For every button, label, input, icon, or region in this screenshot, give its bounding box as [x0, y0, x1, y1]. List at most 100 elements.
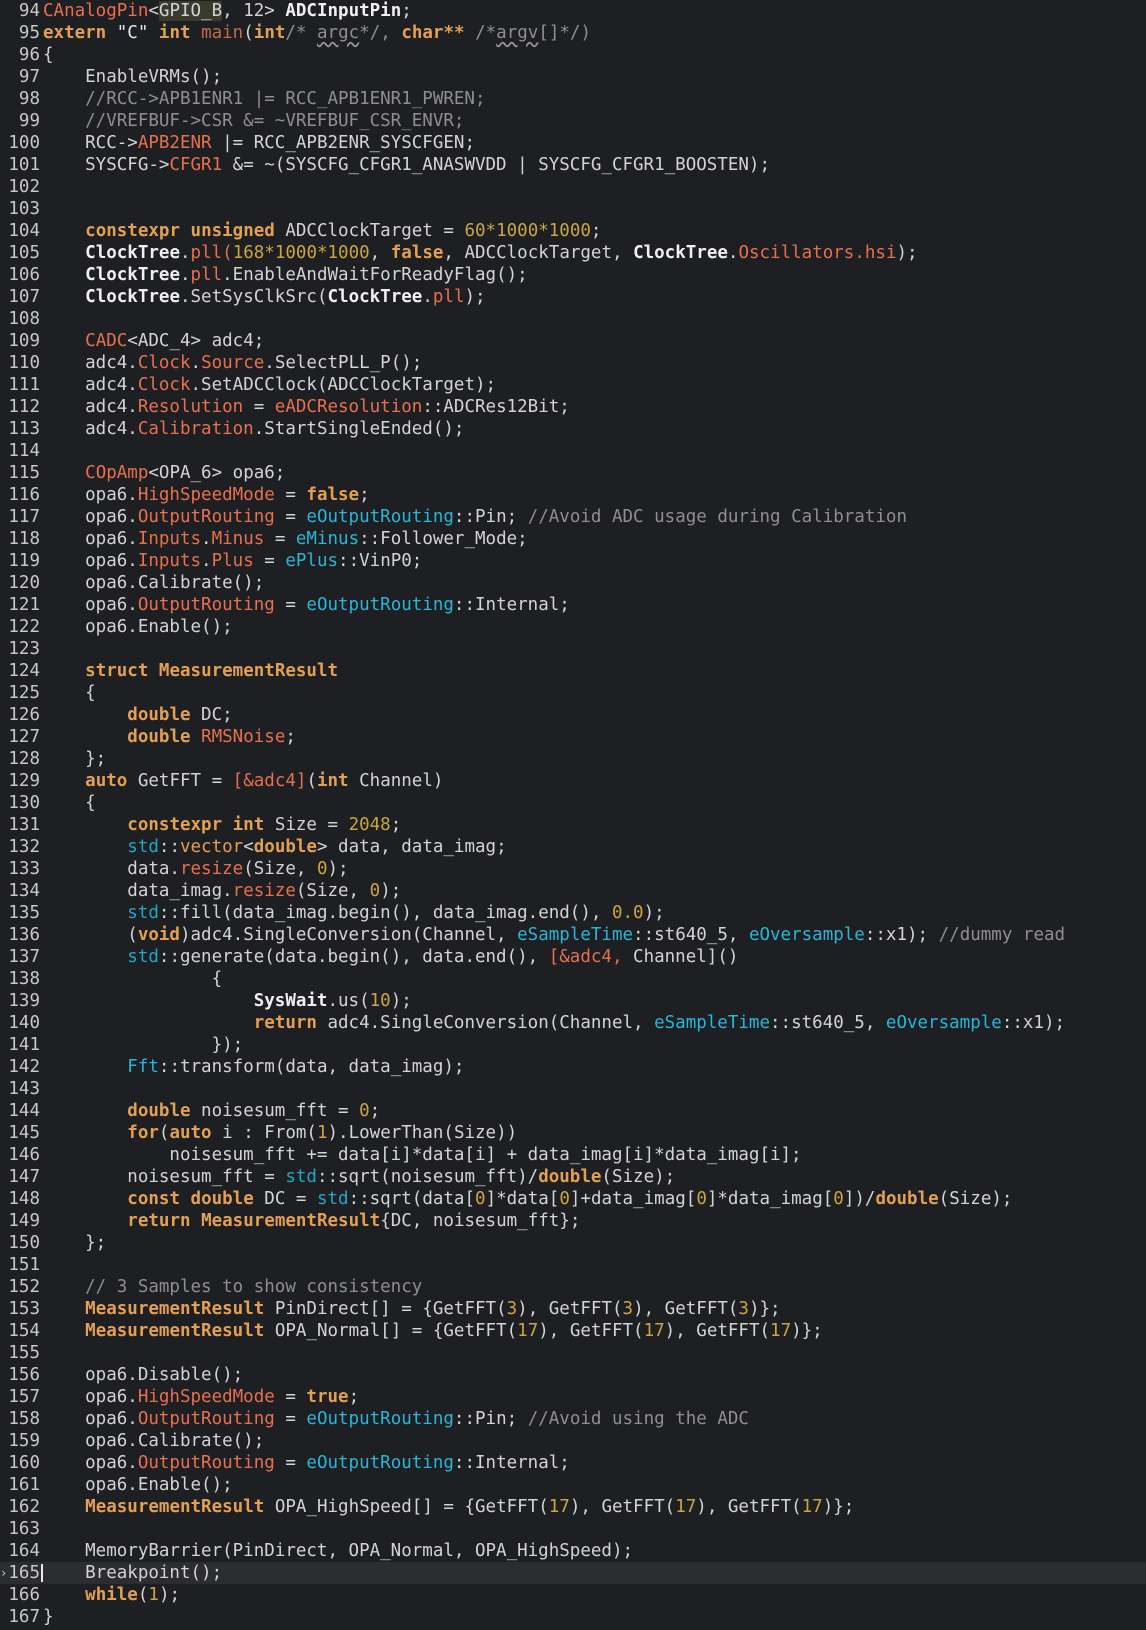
code-line[interactable]: 155 [0, 1342, 1146, 1364]
code-line[interactable]: 135 std::fill(data_imag.begin(), data_im… [0, 902, 1146, 924]
code-line[interactable]: 117 opa6.OutputRouting = eOutputRouting:… [0, 506, 1146, 528]
line-code: Fft::transform(data, data_imag); [43, 1056, 464, 1078]
code-line[interactable]: 151 [0, 1254, 1146, 1276]
code-line[interactable]: 149 return MeasurementResult{DC, noisesu… [0, 1210, 1146, 1232]
code-line[interactable]: 125 { [0, 682, 1146, 704]
code-line[interactable]: 156 opa6.Disable(); [0, 1364, 1146, 1386]
code-line[interactable]: 142 Fft::transform(data, data_imag); [0, 1056, 1146, 1078]
code-line[interactable]: 134 data_imag.resize(Size, 0); [0, 880, 1146, 902]
line-number: 121 [8, 595, 40, 615]
code-line[interactable]: 152 // 3 Samples to show consistency [0, 1276, 1146, 1298]
code-line[interactable]: 136 (void)adc4.SingleConversion(Channel,… [0, 924, 1146, 946]
code-line[interactable]: 111 adc4.Clock.SetADCClock(ADCClockTarge… [0, 374, 1146, 396]
code-line[interactable]: 96{ [0, 44, 1146, 66]
code-line[interactable]: 126 double DC; [0, 704, 1146, 726]
code-line[interactable]: 95 extern "C" int main(int/* argc*/, char… [0, 22, 1146, 44]
line-code: { [43, 792, 96, 814]
code-line[interactable]: 131 constexpr int Size = 2048; [0, 814, 1146, 836]
code-line[interactable]: 163 [0, 1518, 1146, 1540]
code-line[interactable]: 140 return adc4.SingleConversion(Channel… [0, 1012, 1146, 1034]
code-line[interactable]: 109 CADC<ADC_4> adc4; [0, 330, 1146, 352]
code-line[interactable]: 160 opa6.OutputRouting = eOutputRouting:… [0, 1452, 1146, 1474]
line-code: opa6.HighSpeedMode = true; [43, 1386, 359, 1408]
code-token: Inputs [137, 529, 202, 549]
code-line[interactable]: 119 opa6.Inputs.Plus = ePlus::VinP0; [0, 550, 1146, 572]
code-token: ; [359, 485, 370, 505]
code-line[interactable]: 128 }; [0, 748, 1146, 770]
code-line[interactable]: 97 EnableVRMs(); [0, 66, 1146, 88]
code-line[interactable]: 123 [0, 638, 1146, 660]
code-line[interactable]: 148 const double DC = std::sqrt(data[0]*… [0, 1188, 1146, 1210]
code-line[interactable]: 144 double noisesum_fft = 0; [0, 1100, 1146, 1122]
code-line[interactable]: 167} [0, 1606, 1146, 1628]
code-line[interactable]: 124 struct MeasurementResult [0, 660, 1146, 682]
code-line[interactable]: 166 while(1); [0, 1584, 1146, 1606]
line-number: 143 [8, 1079, 40, 1099]
code-line[interactable]: 103 [0, 198, 1146, 220]
code-line[interactable]: 132 std::vector<double> data, data_imag; [0, 836, 1146, 858]
code-line[interactable]: 153 MeasurementResult PinDirect[] = {Get… [0, 1298, 1146, 1320]
code-line[interactable]: 100 RCC->APB2ENR |= RCC_APB2ENR_SYSCFGEN… [0, 132, 1146, 154]
code-line[interactable]: 137 std::generate(data.begin(), data.end… [0, 946, 1146, 968]
line-code: ClockTree.SetSysClkSrc(ClockTree.pll); [43, 286, 485, 308]
line-code: SysWait.us(10); [43, 990, 412, 1012]
code-line[interactable]: 104 constexpr unsigned ADCClockTarget = … [0, 220, 1146, 242]
code-line[interactable]: 120 opa6.Calibrate(); [0, 572, 1146, 594]
code-line[interactable]: 127 double RMSNoise; [0, 726, 1146, 748]
code-line[interactable]: 145 for(auto i : From(1).LowerThan(Size)… [0, 1122, 1146, 1144]
code-token: struct [85, 661, 149, 681]
code-line[interactable]: 102 [0, 176, 1146, 198]
code-line[interactable]: 112 adc4.Resolution = eADCResolution::AD… [0, 396, 1146, 418]
code-line[interactable]: 150 }; [0, 1232, 1146, 1254]
code-line[interactable]: 164 MemoryBarrier(PinDirect, OPA_Normal,… [0, 1540, 1146, 1562]
code-line[interactable]: 105 ClockTree.pll(168*1000*1000, false, … [0, 242, 1146, 264]
code-line[interactable]: 107 ClockTree.SetSysClkSrc(ClockTree.pll… [0, 286, 1146, 308]
code-line[interactable]: 138 { [0, 968, 1146, 990]
code-line[interactable]: 159 opa6.Calibrate(); [0, 1430, 1146, 1452]
code-line[interactable]: 122 opa6.Enable(); [0, 616, 1146, 638]
code-line[interactable]: 129 auto GetFFT = [&adc4](int Channel) [0, 770, 1146, 792]
code-line[interactable]: 115 COpAmp<OPA_6> opa6; [0, 462, 1146, 484]
code-line[interactable]: 98 //RCC->APB1ENR1 |= RCC_APB1ENR1_PWREN… [0, 88, 1146, 110]
code-token: , [369, 243, 391, 263]
code-line[interactable]: 158 opa6.OutputRouting = eOutputRouting:… [0, 1408, 1146, 1430]
code-line[interactable]: 130 { [0, 792, 1146, 814]
code-line[interactable]: 106 ClockTree.pll.EnableAndWaitForReadyF… [0, 264, 1146, 286]
code-line[interactable]: 113 adc4.Calibration.StartSingleEnded(); [0, 418, 1146, 440]
code-line[interactable]: 154 MeasurementResult OPA_Normal[] = {Ge… [0, 1320, 1146, 1342]
code-line[interactable]: 116 opa6.HighSpeedMode = false; [0, 484, 1146, 506]
code-line[interactable]: 146 noisesum_fft += data[i]*data[i] + da… [0, 1144, 1146, 1166]
line-number: 120 [8, 573, 40, 593]
code-editor[interactable]: 94 CAnalogPin<GPIO_B, 12> ADCInputPin; 95 e… [0, 0, 1146, 1630]
code-line[interactable]: 147 noisesum_fft = std::sqrt(noisesum_ff… [0, 1166, 1146, 1188]
code-line[interactable]: 118 opa6.Inputs.Minus = eMinus::Follower… [0, 528, 1146, 550]
code-line[interactable]: 110 adc4.Clock.Source.SelectPLL_P(); [0, 352, 1146, 374]
code-line[interactable]: 161 opa6.Enable(); [0, 1474, 1146, 1496]
code-line[interactable]: 94 CAnalogPin<GPIO_B, 12> ADCInputPin; [0, 0, 1146, 22]
code-line[interactable]: 165 › Breakpoint(); [0, 1562, 1146, 1584]
code-token: double [253, 837, 317, 857]
line-code: std::generate(data.begin(), data.end(), … [43, 946, 738, 968]
code-token: . [727, 243, 739, 263]
code-token: adc4. [43, 353, 138, 373]
line-number: 100 [8, 133, 40, 153]
code-line[interactable]: 141 }); [0, 1034, 1146, 1056]
code-line[interactable]: 143 [0, 1078, 1146, 1100]
code-line[interactable]: 162 MeasurementResult OPA_HighSpeed[] = … [0, 1496, 1146, 1518]
code-token: { [43, 793, 96, 813]
code-line[interactable]: 121 opa6.OutputRouting = eOutputRouting:… [0, 594, 1146, 616]
code-line[interactable]: 114 [0, 440, 1146, 462]
code-line[interactable]: 157 opa6.HighSpeedMode = true; [0, 1386, 1146, 1408]
code-line[interactable]: 99 //VREFBUF->CSR &= ~VREFBUF_CSR_ENVR; [0, 110, 1146, 132]
code-token: 0 [833, 1189, 844, 1209]
line-number: 159 [8, 1431, 40, 1451]
line-number: 97 [18, 67, 40, 87]
code-line[interactable]: 139 SysWait.us(10); [0, 990, 1146, 1012]
code-token: unsigned [190, 221, 275, 241]
code-line[interactable]: 133 data.resize(Size, 0); [0, 858, 1146, 880]
code-line[interactable]: 108 [0, 308, 1146, 330]
code-line[interactable]: 101 SYSCFG->CFGR1 &= ~(SYSCFG_CFGR1_ANAS… [0, 154, 1146, 176]
code-token: Plus [211, 551, 254, 571]
